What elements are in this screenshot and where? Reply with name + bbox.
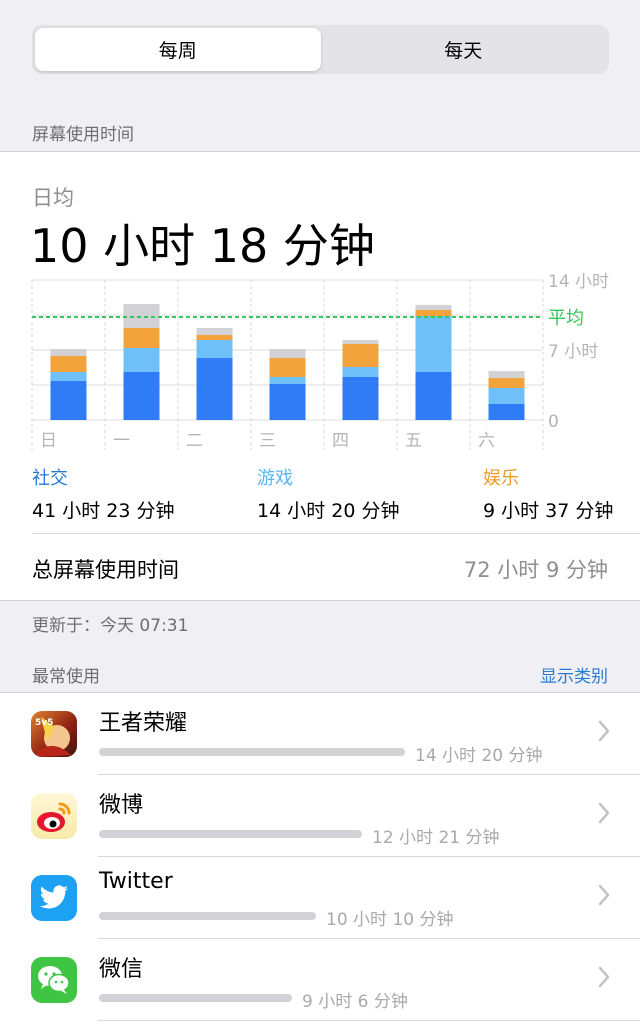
weibo-icon — [31, 793, 77, 839]
bar-segment-2 — [196, 328, 233, 335]
segment-daily[interactable]: 每天 — [321, 28, 607, 71]
screen-time-section-header: 屏幕使用时间 — [32, 125, 134, 145]
usage-bar-track — [99, 830, 362, 838]
bar-segment-2 — [196, 335, 233, 340]
bar-segment-6 — [488, 378, 525, 388]
bar-segment-0 — [50, 381, 87, 420]
category-entertainment: 娱乐 9 小时 37 分钟 — [483, 464, 613, 523]
bar-segment-4 — [342, 340, 379, 344]
x-tick-label: 六 — [478, 431, 495, 451]
bar-segment-6 — [488, 371, 525, 378]
app-row[interactable]: 5v5 王者荣耀 14 小时 20 分钟 — [0, 693, 640, 775]
bar-segment-3 — [269, 349, 306, 358]
chevron-right-icon — [598, 802, 610, 824]
y-tick-label: 0 — [548, 412, 559, 432]
category-games-label: 游戏 — [257, 468, 293, 489]
daily-average-label: 日均 — [32, 186, 74, 210]
bar-segment-3 — [269, 358, 306, 377]
bar-segment-0 — [50, 372, 87, 381]
app-row[interactable]: Twitter 10 小时 10 分钟 — [0, 857, 640, 939]
y-tick-label: 7 小时 — [548, 342, 598, 362]
screen-time-card: 日均 10 小时 18 分钟 日 一 二 三 四 五 六 平均 14 小时 7 小时 0 社交 41… — [0, 151, 640, 601]
bar-segment-6 — [488, 388, 525, 404]
period-segmented-control: 每周 每天 — [32, 25, 609, 74]
wechat-icon — [31, 957, 77, 1003]
x-tick-label: 三 — [259, 431, 276, 451]
most-used-app-list: 5v5 王者荣耀 14 小时 20 分钟 微博 12 小时 21 分钟 Twit… — [0, 692, 640, 1024]
bar-segment-5 — [415, 310, 452, 316]
total-screen-time-label: 总屏幕使用时间 — [32, 558, 179, 582]
bar-segment-4 — [342, 367, 379, 377]
show-categories-link[interactable]: 显示类别 — [540, 662, 608, 687]
category-social-label: 社交 — [32, 468, 68, 489]
usage-bar-track — [99, 912, 316, 920]
honor-of-kings-icon: 5v5 — [31, 711, 77, 757]
weekly-usage-chart: 日 一 二 三 四 五 六 平均 14 小时 7 小时 0 — [31, 272, 609, 451]
category-social: 社交 41 小时 23 分钟 — [32, 464, 174, 523]
divider — [98, 1020, 640, 1021]
bar-segment-1 — [123, 328, 160, 348]
bar-segment-0 — [50, 349, 87, 356]
segment-weekly[interactable]: 每周 — [35, 28, 321, 71]
bar-segment-3 — [269, 384, 306, 420]
bar-segment-1 — [123, 372, 160, 420]
x-tick-label: 日 — [40, 431, 57, 451]
category-entertainment-value: 9 小时 37 分钟 — [483, 500, 614, 522]
bar-segment-2 — [196, 340, 233, 358]
usage-bar — [99, 994, 292, 1002]
y-tick-label: 14 小时 — [548, 272, 609, 292]
bar-segment-0 — [50, 356, 87, 372]
x-tick-label: 一 — [113, 431, 130, 451]
app-name: 王者荣耀 — [99, 711, 188, 736]
average-label: 平均 — [548, 308, 584, 329]
bar-segment-6 — [488, 404, 525, 420]
bar-segment-4 — [342, 377, 379, 420]
most-used-header: 最常使用 — [32, 667, 100, 687]
app-usage-time: 12 小时 21 分钟 — [372, 828, 500, 848]
bar-segment-5 — [415, 305, 452, 310]
bar-segment-4 — [342, 344, 379, 367]
app-usage-time: 10 小时 10 分钟 — [326, 910, 454, 930]
app-usage-time: 14 小时 20 分钟 — [415, 746, 543, 766]
category-games: 游戏 14 小时 20 分钟 — [257, 464, 399, 523]
x-tick-label: 二 — [186, 431, 203, 451]
usage-bar-track — [99, 994, 292, 1002]
usage-bar — [99, 830, 362, 838]
app-name: 微信 — [99, 957, 144, 982]
x-tick-label: 四 — [332, 431, 349, 451]
category-games-value: 14 小时 20 分钟 — [257, 500, 400, 522]
bar-segment-2 — [196, 358, 233, 420]
bar-segment-5 — [415, 316, 452, 372]
updated-timestamp: 更新于：今天 07:31 — [32, 616, 189, 636]
divider — [32, 533, 640, 534]
chevron-right-icon — [598, 720, 610, 742]
app-row[interactable]: 微信 9 小时 6 分钟 — [0, 939, 640, 1021]
bar-segment-3 — [269, 377, 306, 384]
bar-segment-1 — [123, 348, 160, 372]
bar-segment-5 — [415, 372, 452, 420]
usage-bar — [99, 912, 316, 920]
x-tick-label: 五 — [405, 431, 422, 451]
usage-bar-track — [99, 748, 405, 756]
app-name: 微博 — [99, 793, 144, 818]
app-name: Twitter — [99, 869, 173, 894]
svg-text:5v5: 5v5 — [35, 718, 53, 728]
chevron-right-icon — [598, 884, 610, 906]
total-screen-time-value: 72 小时 9 分钟 — [463, 558, 608, 582]
category-entertainment-label: 娱乐 — [483, 468, 519, 489]
daily-average-value: 10 小时 18 分钟 — [30, 219, 375, 273]
chevron-right-icon — [598, 966, 610, 988]
usage-bar — [99, 748, 405, 756]
category-social-value: 41 小时 23 分钟 — [32, 500, 175, 522]
twitter-icon — [31, 875, 77, 921]
app-usage-time: 9 小时 6 分钟 — [302, 992, 408, 1012]
app-row[interactable]: 微博 12 小时 21 分钟 — [0, 775, 640, 857]
